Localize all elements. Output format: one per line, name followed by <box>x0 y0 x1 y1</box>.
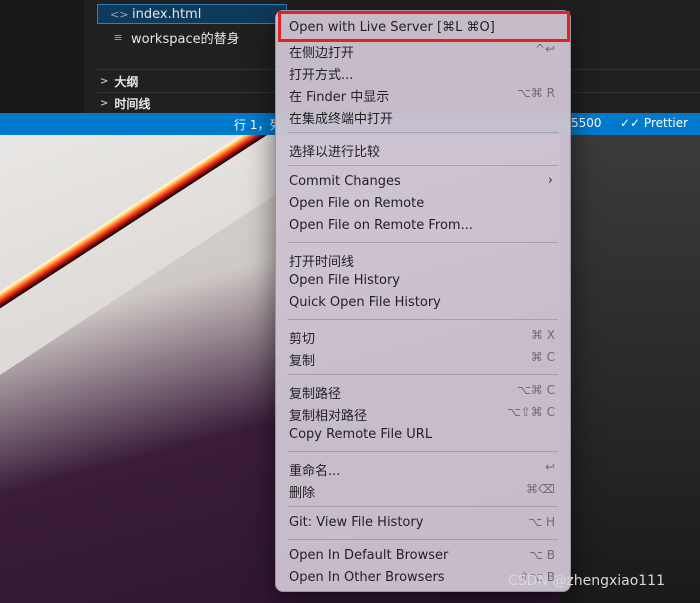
explorer-file-index-html[interactable]: <> index.html <box>97 4 287 24</box>
menu-item-copy-relative-path[interactable]: 复制相对路径 ⌥⇧⌘ C <box>276 402 570 424</box>
editor-left-pane <box>0 0 85 113</box>
menu-item-open-to-side[interactable]: 在侧边打开 ^↩ <box>276 39 570 61</box>
chevron-right-icon: > <box>100 75 109 87</box>
menu-item-copy-remote-file-url[interactable]: Copy Remote File URL <box>276 424 570 446</box>
menu-item-copy[interactable]: 复制 ⌘ C <box>276 347 570 369</box>
wallpaper-right-area <box>560 135 700 603</box>
menu-item-cut[interactable]: 剪切 ⌘ X <box>276 325 570 347</box>
menu-item-reveal-in-finder[interactable]: 在 Finder 中显示 ⌥⌘ R <box>276 83 570 105</box>
html-file-icon: <> <box>110 7 129 21</box>
section-label: 大纲 <box>114 74 139 89</box>
menu-item-commit-changes[interactable]: Commit Changes › <box>276 171 570 193</box>
menu-item-open-timeline[interactable]: 打开时间线 <box>276 248 570 270</box>
menu-item-open-in-terminal[interactable]: 在集成终端中打开 <box>276 105 570 127</box>
menu-item-open-file-on-remote[interactable]: Open File on Remote <box>276 193 570 215</box>
section-timeline[interactable]: > 时间线 <box>100 94 150 112</box>
live-server-port[interactable]: 5500 <box>571 116 602 130</box>
menu-separator <box>288 539 558 540</box>
menu-item-select-for-compare[interactable]: 选择以进行比较 <box>276 138 570 160</box>
prettier-status[interactable]: ✓✓ Prettier <box>620 116 688 130</box>
submenu-arrow-icon: › <box>547 173 553 188</box>
explorer-file-workspace[interactable]: ≡ workspace的替身 <box>97 27 287 47</box>
highlight-box <box>278 11 570 42</box>
menu-item-delete[interactable]: 删除 ⌘⌫ <box>276 479 570 501</box>
menu-item-open-file-on-remote-from[interactable]: Open File on Remote From... <box>276 215 570 237</box>
text-file-icon: ≡ <box>113 30 123 44</box>
file-name: workspace的替身 <box>131 31 240 47</box>
watermark: CSDN @zhengxiao111 <box>508 573 666 589</box>
menu-separator <box>288 319 558 320</box>
menu-item-open-file-history[interactable]: Open File History <box>276 270 570 292</box>
menu-item-quick-open-file-history[interactable]: Quick Open File History <box>276 292 570 314</box>
menu-item-open-in-default-browser[interactable]: Open In Default Browser ⌥ B <box>276 545 570 567</box>
menu-item-rename[interactable]: 重命名... ↩ <box>276 457 570 479</box>
context-menu: Open with Live Server [⌘L ⌘O] 在侧边打开 ^↩ 打开… <box>275 10 571 592</box>
menu-separator <box>288 165 558 166</box>
menu-separator <box>288 506 558 507</box>
menu-item-copy-path[interactable]: 复制路径 ⌥⌘ C <box>276 380 570 402</box>
menu-item-open-with[interactable]: 打开方式... <box>276 61 570 83</box>
menu-separator <box>288 374 558 375</box>
section-label: 时间线 <box>114 96 151 111</box>
menu-separator <box>288 132 558 133</box>
section-outline[interactable]: > 大纲 <box>100 72 138 90</box>
menu-separator <box>288 451 558 452</box>
chevron-right-icon: > <box>100 97 109 109</box>
menu-separator <box>288 242 558 243</box>
menu-item-git-view-file-history[interactable]: Git: View File History ⌥ H <box>276 512 570 534</box>
file-name: index.html <box>132 6 202 22</box>
